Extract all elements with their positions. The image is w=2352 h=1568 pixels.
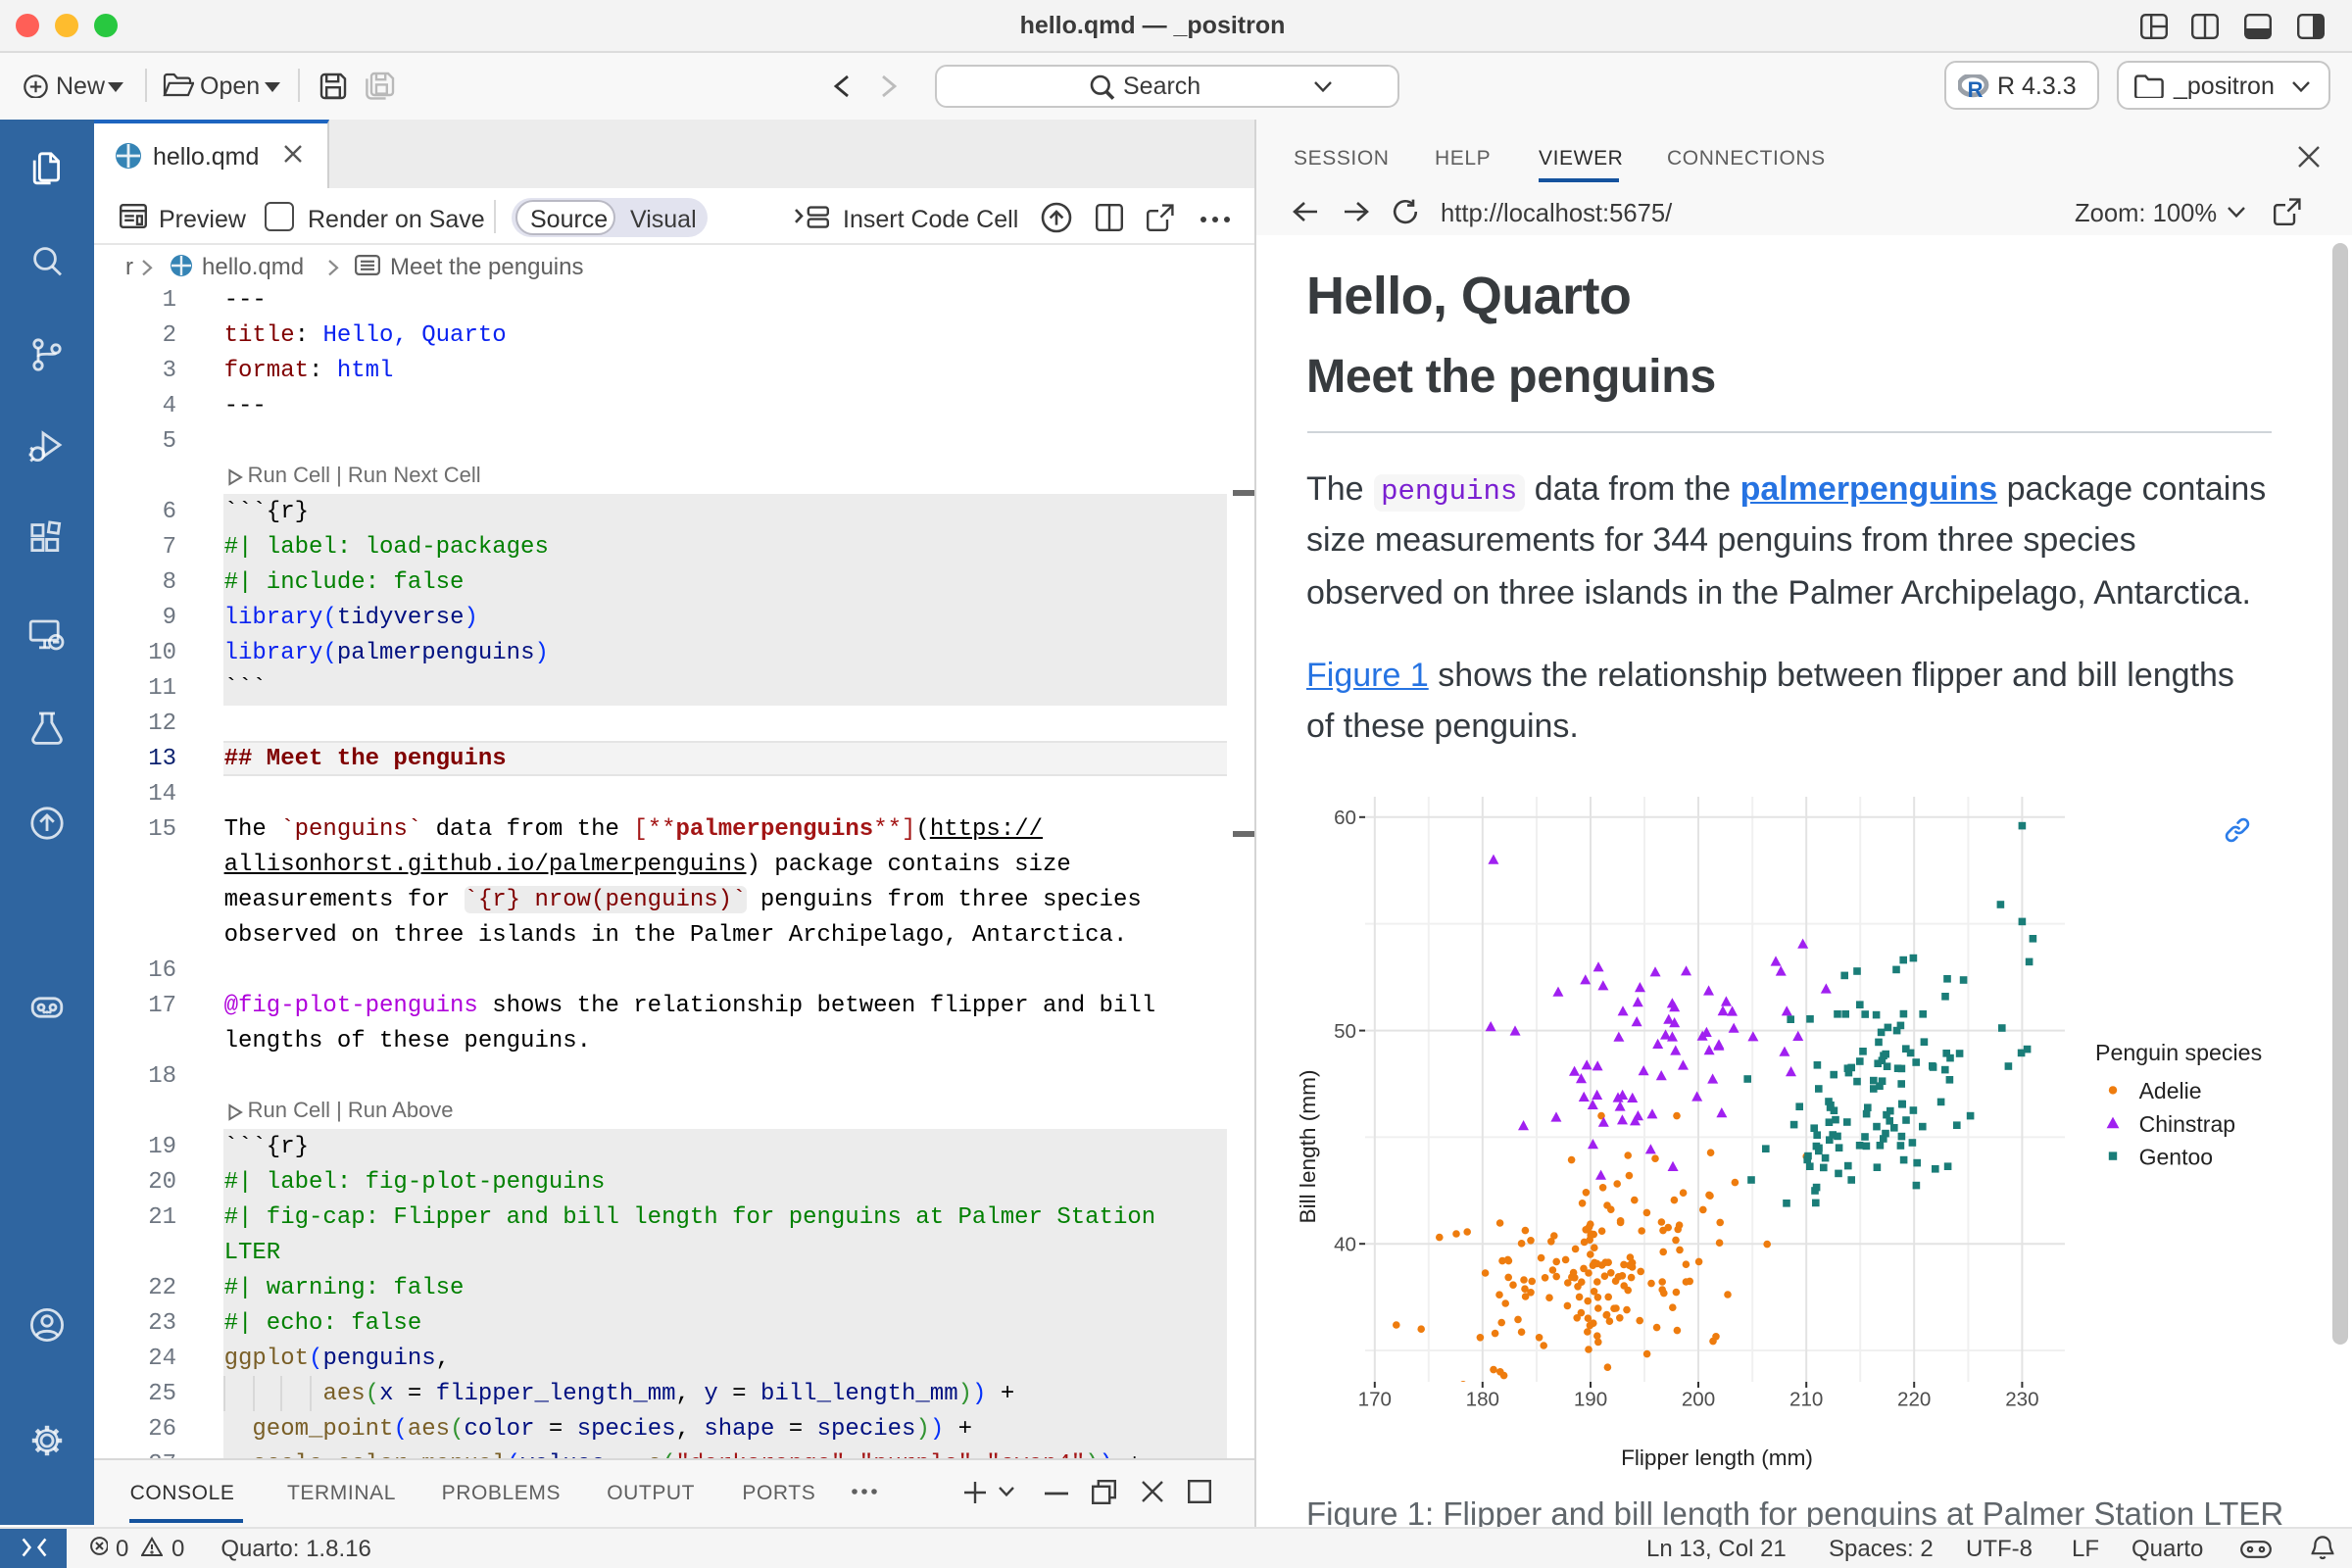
svg-text:60: 60 [1334,807,1356,829]
svg-text:170: 170 [1358,1388,1392,1410]
svg-text:180: 180 [1466,1388,1499,1410]
svg-text:Gentoo: Gentoo [2139,1144,2213,1169]
svg-text:220: 220 [1897,1388,1931,1410]
svg-text:230: 230 [2005,1388,2038,1410]
svg-text:R: R [1968,76,1984,98]
svg-text:210: 210 [1789,1388,1823,1410]
svg-text:Flipper length (mm): Flipper length (mm) [1621,1446,1813,1470]
svg-text:200: 200 [1682,1388,1715,1410]
svg-text:Bill length (mm): Bill length (mm) [1296,1070,1320,1224]
svg-text:40: 40 [1334,1233,1356,1255]
svg-text:Penguin species: Penguin species [2095,1040,2262,1065]
svg-text:Adelie: Adelie [2139,1078,2202,1103]
svg-text:190: 190 [1574,1388,1607,1410]
svg-text:50: 50 [1334,1020,1356,1043]
svg-text:Chinstrap: Chinstrap [2139,1111,2235,1137]
